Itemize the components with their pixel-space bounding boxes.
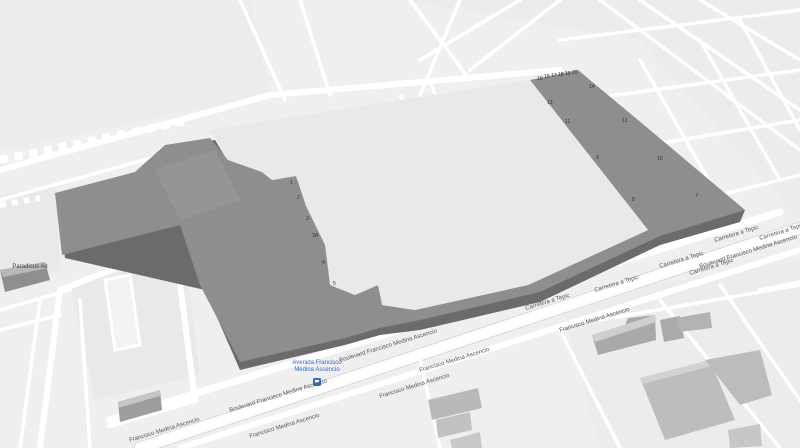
store-number: 5 <box>333 281 336 287</box>
store-number: 16 <box>537 76 543 82</box>
store-number: 3A <box>312 233 319 239</box>
map-canvas[interactable]: Avenida Francisco Medina Ascencio Paradi… <box>0 0 800 448</box>
map-svg: Avenida Francisco Medina Ascencio Paradi… <box>0 0 800 448</box>
store-number: 3 <box>306 216 309 222</box>
store-number: 8 <box>632 197 635 203</box>
place-label-west: Paradisus Air <box>12 264 47 270</box>
store-number: 7 <box>695 193 698 199</box>
store-number: 15 <box>544 74 550 80</box>
store-number: 9 <box>596 155 599 161</box>
store-number: 10 <box>657 156 663 162</box>
store-number: 13 <box>547 100 553 106</box>
store-number: 12 <box>622 118 628 124</box>
store-number: 19 <box>565 71 571 77</box>
store-number: 14 <box>589 84 595 90</box>
street-label: Francisco Medina Ascencio <box>379 373 451 400</box>
store-number: 17 <box>551 73 557 79</box>
store-number: 4 <box>322 260 325 266</box>
store-number: 2 <box>297 195 300 201</box>
store-number: 18 <box>558 72 564 78</box>
poi-label-line1: Avenida Francisco <box>292 360 342 366</box>
poi-label-line2: Medina Ascencio <box>294 367 340 373</box>
store-number: 1 <box>290 180 293 186</box>
store-number: 11 <box>565 119 570 125</box>
store-number: 20 <box>572 70 578 76</box>
